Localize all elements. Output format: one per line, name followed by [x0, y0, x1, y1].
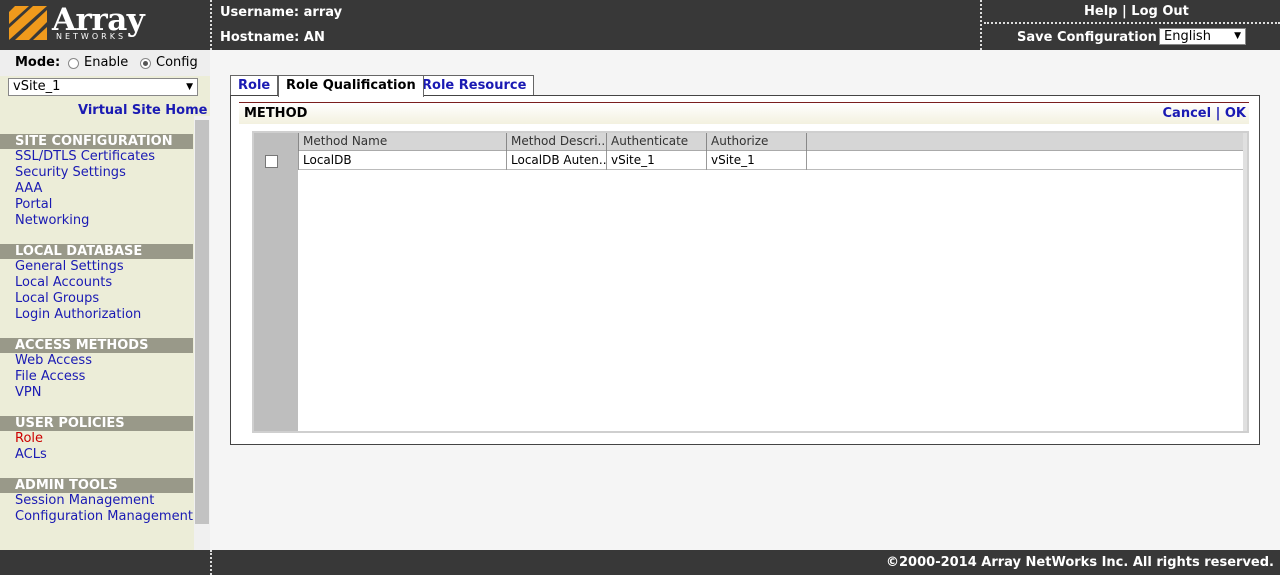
cell-method-name: LocalDB	[298, 151, 506, 170]
cell-authenticate: vSite_1	[606, 151, 706, 170]
nav-session-management[interactable]: Session Management	[15, 493, 154, 508]
cell-authorize: vSite_1	[706, 151, 806, 170]
scrollbar-thumb[interactable]	[195, 120, 209, 524]
column-header-authenticate[interactable]: Authenticate	[606, 133, 706, 151]
nav-vpn[interactable]: VPN	[15, 385, 41, 400]
column-header-authorize[interactable]: Authorize	[706, 133, 806, 151]
main-content: Role Role Qualification Role Resource ME…	[210, 50, 1280, 550]
save-configuration-link[interactable]: Save Configuration |	[1017, 30, 1166, 45]
virtual-site-home-link[interactable]: Virtual Site Home	[78, 103, 207, 118]
column-header-method-description[interactable]: Method Descri...	[506, 133, 606, 151]
help-logout-separator: |	[1122, 4, 1127, 19]
mode-enable-radio[interactable]	[68, 58, 79, 69]
column-header-method-name[interactable]: Method Name	[298, 133, 506, 151]
hostname-label: Hostname: AN	[220, 30, 325, 45]
username-label: Username: array	[220, 5, 343, 20]
logout-link[interactable]: Log Out	[1131, 4, 1189, 19]
help-links: Help | Log Out	[1084, 4, 1189, 19]
section-site-configuration: SITE CONFIGURATION	[0, 134, 193, 149]
sidebar: Mode: Enable Config vSite_1 ▼ Virtual Si…	[0, 50, 210, 550]
top-header: Array NETWORKS Username: array Hostname:…	[0, 0, 1280, 50]
method-bar: METHOD Cancel | OK	[239, 102, 1249, 124]
nav-configuration-management[interactable]: Configuration Management	[15, 509, 193, 524]
mode-row: Mode: Enable Config	[0, 50, 210, 76]
nav-file-access[interactable]: File Access	[15, 369, 85, 384]
nav-local-accounts[interactable]: Local Accounts	[15, 275, 112, 290]
cell-method-description: LocalDB Auten...	[506, 151, 606, 170]
mode-label: Mode:	[15, 55, 61, 70]
table-right-edge	[1243, 133, 1247, 431]
help-link[interactable]: Help	[1084, 4, 1117, 19]
nav-web-access[interactable]: Web Access	[15, 353, 92, 368]
section-local-database: LOCAL DATABASE	[0, 244, 193, 259]
header-dotted-line	[984, 22, 1280, 24]
header-divider	[210, 0, 212, 50]
nav-login-authorization[interactable]: Login Authorization	[15, 307, 141, 322]
logo-subtext: NETWORKS	[56, 32, 127, 41]
nav-portal[interactable]: Portal	[15, 197, 52, 212]
cell-filler	[806, 151, 1247, 170]
footer: ©2000-2014 Array NetWorks Inc. All right…	[0, 550, 1280, 575]
section-admin-tools: ADMIN TOOLS	[0, 478, 193, 493]
column-header-filler	[806, 133, 1247, 151]
actions-separator: |	[1215, 106, 1221, 121]
header-divider-right	[980, 0, 982, 50]
table-row[interactable]: LocalDB LocalDB Auten... vSite_1 vSite_1	[298, 151, 1247, 170]
table-header: Method Name Method Descri... Authenticat…	[298, 133, 1247, 151]
sidebar-vertical-scrollbar[interactable]: ▼	[194, 116, 210, 550]
logo-mark-icon	[9, 6, 47, 40]
nav-security-settings[interactable]: Security Settings	[15, 165, 126, 180]
nav-local-groups[interactable]: Local Groups	[15, 291, 99, 306]
nav-ssl-dtls-certificates[interactable]: SSL/DTLS Certificates	[15, 149, 155, 164]
tab-role-resource[interactable]: Role Resource	[414, 75, 535, 97]
nav-general-settings[interactable]: General Settings	[15, 259, 124, 274]
method-actions: Cancel | OK	[1163, 106, 1246, 121]
language-select[interactable]: English ▼	[1159, 28, 1246, 45]
mode-config-radio[interactable]	[140, 58, 151, 69]
nav-networking[interactable]: Networking	[15, 213, 89, 228]
nav-aaa[interactable]: AAA	[15, 181, 42, 196]
tab-role[interactable]: Role	[230, 75, 279, 97]
tab-role-qualification[interactable]: Role Qualification	[278, 75, 424, 97]
row-checkbox[interactable]	[265, 155, 278, 168]
method-title: METHOD	[244, 106, 308, 121]
nav-role[interactable]: Role	[15, 431, 43, 446]
section-access-methods: ACCESS METHODS	[0, 338, 193, 353]
ok-button[interactable]: OK	[1225, 106, 1246, 121]
nav-acls[interactable]: ACLs	[15, 447, 47, 462]
virtual-site-select[interactable]: vSite_1 ▼	[8, 78, 198, 96]
method-table: Method Name Method Descri... Authenticat…	[252, 131, 1249, 433]
footer-divider	[210, 550, 212, 575]
mode-enable-label: Enable	[84, 55, 129, 70]
dropdown-arrow-icon: ▼	[1234, 31, 1241, 41]
row-selector-column	[254, 133, 298, 431]
section-user-policies: USER POLICIES	[0, 416, 193, 431]
language-value: English	[1164, 29, 1211, 44]
role-qualification-panel: METHOD Cancel | OK Method Name Method De…	[230, 95, 1260, 445]
virtual-site-value: vSite_1	[13, 79, 61, 94]
dropdown-arrow-icon: ▼	[186, 82, 193, 92]
cancel-button[interactable]: Cancel	[1163, 106, 1212, 121]
copyright-text: ©2000-2014 Array NetWorks Inc. All right…	[886, 555, 1274, 570]
mode-config-label: Config	[156, 55, 198, 70]
array-networks-logo: Array NETWORKS	[0, 0, 210, 50]
